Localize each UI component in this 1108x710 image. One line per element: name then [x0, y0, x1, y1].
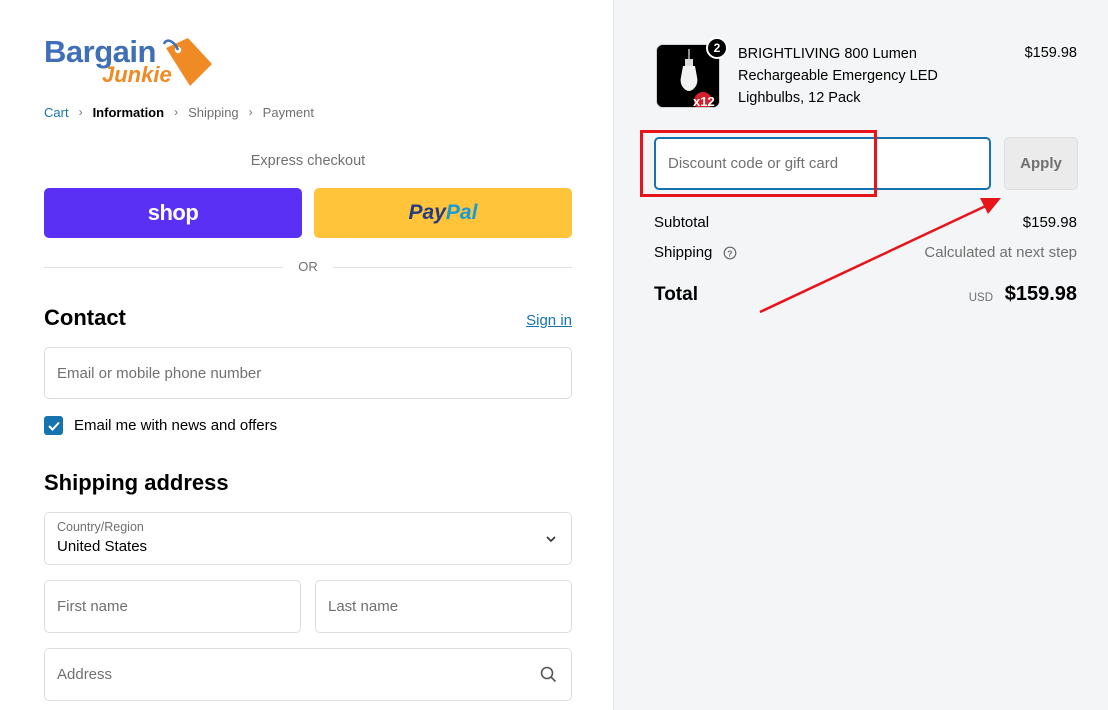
total-label: Total — [654, 284, 698, 305]
order-summary: x12 2 BRIGHTLIVING 800 Lumen Rechargeabl… — [613, 0, 1108, 710]
contact-heading: Contact — [44, 305, 126, 330]
search-icon[interactable] — [540, 666, 557, 683]
product-price: $159.98 — [1024, 45, 1077, 61]
address-field[interactable] — [45, 649, 571, 700]
shop-pay-label: shop — [147, 200, 199, 225]
or-label: OR — [298, 259, 318, 274]
apply-button[interactable]: Apply — [1004, 137, 1078, 190]
address-wrapper — [44, 648, 572, 701]
chevron-down-icon — [546, 536, 556, 543]
subtotal-value: $159.98 — [1022, 214, 1077, 231]
paypal-button[interactable]: Pay Pal — [314, 188, 572, 238]
email-field[interactable] — [45, 348, 571, 398]
breadcrumb-payment: Payment — [262, 105, 314, 120]
email-field-wrapper — [44, 347, 572, 399]
shipping-label: Shipping — [654, 244, 713, 261]
express-checkout-label: Express checkout — [250, 153, 366, 169]
country-value: United States — [57, 538, 148, 555]
thumb-multiplier: x12 — [693, 94, 715, 108]
paypal-label-part2: Pal — [445, 201, 478, 224]
shipping-summary: Shipping ? — [654, 244, 737, 261]
breadcrumb: Cart › Information › Shipping › Payment — [44, 104, 314, 121]
discount-code-input[interactable] — [656, 139, 989, 188]
brand-name-line2: Junkie — [102, 62, 172, 87]
country-select[interactable]: Country/Region United States — [44, 512, 572, 565]
or-divider: OR — [44, 258, 572, 276]
first-name-field[interactable] — [45, 581, 300, 632]
newsletter-option: Email me with news and offers — [44, 416, 277, 435]
svg-text:?: ? — [727, 248, 732, 258]
discount-wrapper — [654, 137, 991, 190]
newsletter-checkbox[interactable] — [44, 416, 63, 435]
shipping-address-heading: Shipping address — [44, 470, 229, 495]
quantity-badge: 2 — [706, 37, 728, 59]
total-value: $159.98 — [1004, 283, 1077, 305]
subtotal-label: Subtotal — [654, 214, 710, 231]
paypal-label-part1: Pay — [408, 201, 446, 224]
last-name-field[interactable] — [316, 581, 571, 632]
country-label: Country/Region — [57, 520, 144, 534]
shop-pay-button[interactable]: shop — [44, 188, 302, 238]
checkout-main: Bargain Junkie Cart › Information › Ship… — [0, 0, 613, 710]
first-name-wrapper — [44, 580, 301, 633]
newsletter-label: Email me with news and offers — [74, 417, 278, 434]
product-name: BRIGHTLIVING 800 Lumen Rechargeable Emer… — [738, 46, 938, 106]
last-name-wrapper — [315, 580, 572, 633]
shipping-value: Calculated at next step — [924, 244, 1077, 261]
help-circle-icon[interactable]: ? — [723, 246, 737, 260]
breadcrumb-shipping: Shipping — [188, 105, 239, 120]
breadcrumb-information: Information — [92, 105, 165, 120]
sign-in-link[interactable]: Sign in — [526, 312, 572, 329]
breadcrumb-cart[interactable]: Cart — [44, 105, 69, 120]
checkmark-icon — [47, 421, 60, 431]
total-currency: USD — [968, 292, 993, 304]
brand-logo[interactable]: Bargain Junkie — [44, 34, 219, 90]
chevron-right-icon: › — [174, 104, 179, 119]
chevron-right-icon: › — [78, 104, 83, 119]
chevron-right-icon: › — [248, 104, 253, 119]
